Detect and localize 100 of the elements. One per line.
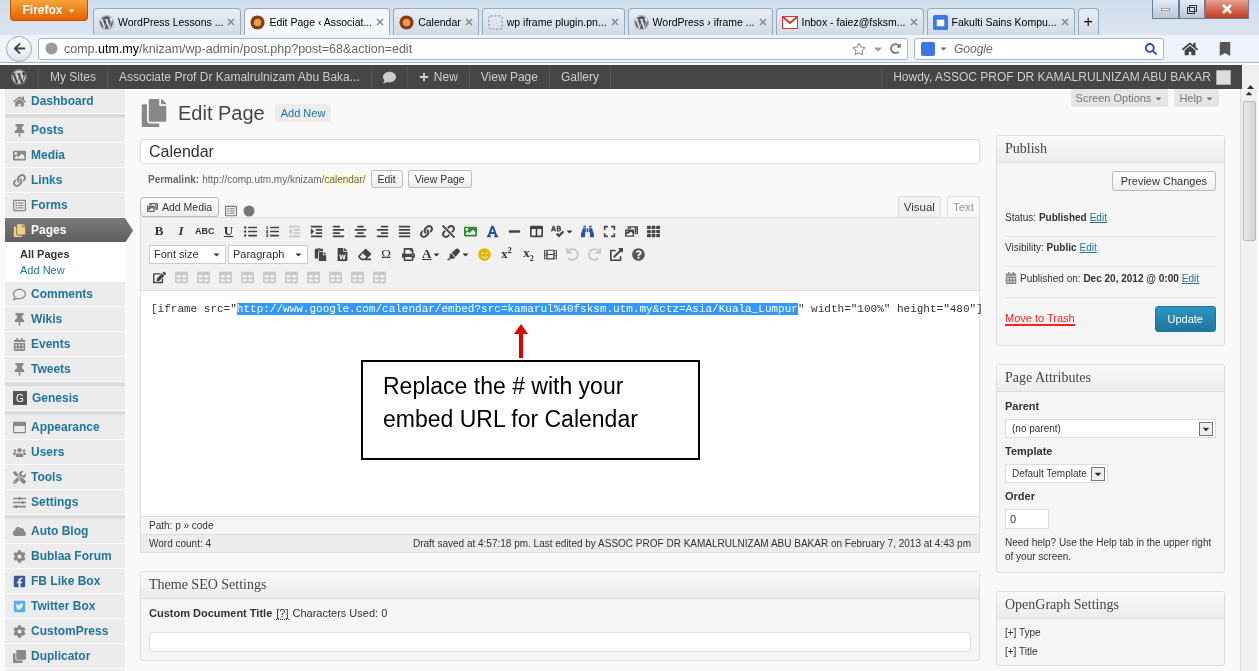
browser-tab[interactable]: WordPress Lessons ... — [93, 8, 242, 35]
document-title-field[interactable] — [149, 632, 971, 652]
add-new-button[interactable]: Add New — [274, 104, 332, 122]
permalink-url: http://comp.utm.my/knizam/calendar/ — [202, 173, 366, 185]
search-icon — [1145, 42, 1157, 55]
toolbar-button[interactable]: x$_{2}$ — [518, 244, 539, 264]
table-icon — [306, 270, 320, 284]
selected-url: http://www.google.com/calendar/embed?src=kamarul%40fsksm.utm.my&ctz=Asia/Kuala_Lumpur — [236, 303, 798, 315]
tab-title: WordPress › iframe ... — [652, 16, 755, 28]
toolbar-button[interactable]: ABC — [193, 221, 217, 241]
submenu-item[interactable]: All Pages — [20, 248, 125, 260]
template-dropdown[interactable]: Default Template — [1005, 464, 1108, 483]
toolbar-button[interactable]: B — [149, 221, 169, 241]
sidebar-label: Pages — [31, 223, 67, 237]
sidebar-label: Links — [31, 173, 63, 187]
browser-tab[interactable]: wp iframe plugin.pn... — [481, 8, 625, 35]
toolbar-button[interactable]: A — [420, 244, 444, 264]
table-icon — [372, 270, 386, 284]
search-engine-icon — [921, 41, 935, 56]
close-icon[interactable] — [227, 18, 236, 26]
house-icon — [13, 94, 26, 108]
browser-tab[interactable]: Inbox - faiez@fsksm... — [775, 8, 924, 35]
table-icon — [174, 270, 188, 284]
home-icon[interactable] — [1182, 40, 1198, 57]
sidebar-label: Events — [31, 337, 71, 351]
edit-link[interactable]: Edit — [1079, 242, 1097, 253]
toolbar-button[interactable]: Ω — [376, 244, 396, 264]
add-media-button[interactable]: Add Media — [140, 197, 220, 217]
medal-icon — [399, 14, 415, 30]
sidebar-label: CustomPress — [31, 624, 109, 638]
tab-title: Inbox - faiez@fsksm... — [801, 16, 906, 28]
permalink-button[interactable]: View Page — [407, 170, 472, 188]
edit-link[interactable]: Edit — [1089, 212, 1107, 223]
close-window-button[interactable] — [1205, 0, 1249, 19]
address-bar[interactable]: comp.utm.my/knizam/wp-admin/post.php?post=68&action=edit — [38, 37, 908, 60]
toolbar-button[interactable]: x$^{2}$ — [496, 244, 517, 264]
tab-title: Edit Page ‹ Associat... — [269, 16, 373, 28]
close-icon[interactable] — [758, 18, 767, 26]
path-text: Path: p » code — [141, 516, 979, 534]
expand-toggle[interactable]: [+] Type — [1005, 627, 1216, 638]
sidebar-item[interactable]: Pages — [5, 218, 133, 243]
toolbar-button[interactable]: U — [218, 221, 239, 241]
scroll-up-button[interactable] — [1242, 65, 1259, 89]
browser-tab[interactable]: WordPress › iframe ... — [627, 8, 773, 35]
update-button[interactable]: Update — [1154, 306, 1216, 332]
order-field[interactable]: 0 — [1005, 509, 1049, 529]
move-to-trash-link[interactable]: Move to Trash — [1005, 312, 1075, 326]
help-text: Need help? Use the Help tab in the upper right of your screen. — [1005, 536, 1213, 564]
field-label: Parent — [1005, 400, 1041, 412]
calendar-icon — [13, 337, 26, 351]
tab-title: Fakulti Sains Kompu... — [951, 16, 1057, 28]
screen-options-button[interactable]: Screen Options — [1070, 89, 1169, 107]
toolbar-button[interactable]: I — [171, 221, 191, 241]
editor-tab[interactable]: Visual — [897, 196, 941, 217]
redo-icon — [587, 247, 601, 261]
close-icon[interactable] — [1060, 18, 1069, 26]
close-icon[interactable] — [909, 18, 918, 26]
toolbar-dropdown[interactable]: Font size — [149, 244, 226, 264]
page-heading: Edit Page — [178, 101, 265, 125]
expand-toggle[interactable]: [+] Title — [1005, 646, 1216, 657]
new-menu[interactable]: New — [407, 65, 470, 89]
back-button[interactable] — [6, 35, 32, 62]
bookmark-star-icon[interactable] — [852, 41, 866, 56]
published-date-text: Published on: Dec 20, 2012 @ 0:00 — [1020, 272, 1179, 284]
admin-bar-link[interactable]: Gallery — [549, 65, 611, 89]
help-button[interactable]: Help — [1174, 89, 1219, 107]
globe-icon[interactable] — [243, 205, 256, 217]
form-icon[interactable] — [225, 205, 238, 217]
field-label: Custom Document Title — [149, 607, 273, 620]
parent-dropdown[interactable]: (no parent) — [1005, 419, 1216, 438]
edit-link[interactable]: Edit — [1181, 272, 1199, 284]
pushpin-icon — [13, 123, 26, 137]
close-icon[interactable] — [376, 18, 385, 26]
toolbar-dropdown[interactable]: Paragraph — [228, 244, 308, 264]
search-bar[interactable]: Google — [914, 37, 1164, 60]
grid-icon — [647, 224, 660, 238]
pages-icon — [13, 223, 26, 237]
plus-icon — [418, 72, 429, 82]
help-link[interactable]: [?] — [276, 607, 289, 620]
restore-button[interactable] — [1179, 0, 1205, 19]
close-icon[interactable] — [464, 18, 473, 26]
caret-icon — [939, 44, 948, 53]
binoculars-icon — [581, 224, 594, 238]
scroll-thumb[interactable] — [1242, 101, 1256, 241]
table-icon — [350, 270, 364, 284]
tab-title: wp iframe plugin.pn... — [506, 16, 607, 28]
submenu-item[interactable]: Add New — [20, 264, 125, 276]
browser-tab[interactable]: Fakulti Sains Kompu... — [926, 8, 1075, 35]
new-tab-button[interactable]: + — [1077, 8, 1099, 35]
permalink-button[interactable]: Edit — [370, 170, 403, 188]
admin-bar-link[interactable]: View Page — [469, 65, 550, 89]
reload-icon[interactable] — [890, 43, 901, 54]
dashed-square-icon — [487, 14, 503, 30]
browser-tab[interactable]: Calendar — [393, 8, 479, 35]
close-icon[interactable] — [610, 18, 619, 26]
bookmarks-icon[interactable] — [1218, 41, 1232, 56]
preview-changes-button[interactable]: Preview Changes — [1111, 171, 1216, 191]
title-field[interactable]: Calendar — [140, 139, 980, 164]
browser-tab[interactable]: Edit Page ‹ Associat... — [244, 8, 391, 35]
wordpress-logo-icon — [633, 14, 649, 30]
